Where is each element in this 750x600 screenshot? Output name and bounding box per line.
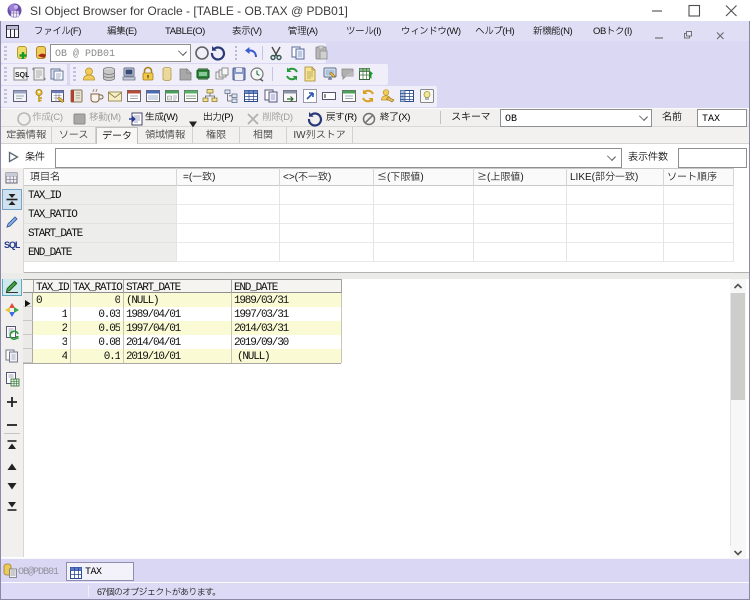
svg-text:SQL: SQL: [15, 72, 29, 79]
svg-text:SQL: SQL: [4, 240, 20, 250]
